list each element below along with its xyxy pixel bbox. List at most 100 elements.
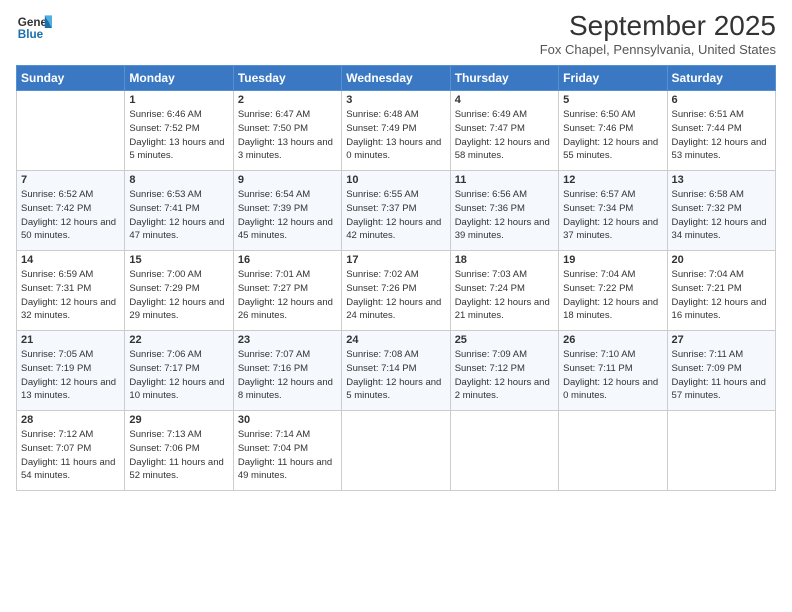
sunrise-label: Sunrise: 7:13 AM — [129, 429, 201, 440]
sunrise-label: Sunrise: 7:08 AM — [346, 349, 418, 360]
calendar-table: Sunday Monday Tuesday Wednesday Thursday… — [16, 65, 776, 491]
sunset-label: Sunset: 7:49 PM — [346, 123, 416, 134]
sunrise-label: Sunrise: 6:47 AM — [238, 109, 310, 120]
day-number: 15 — [129, 254, 228, 266]
day-info: Sunrise: 7:07 AMSunset: 7:16 PMDaylight:… — [238, 348, 337, 403]
day-info: Sunrise: 6:46 AMSunset: 7:52 PMDaylight:… — [129, 108, 228, 163]
header-row: Sunday Monday Tuesday Wednesday Thursday… — [17, 66, 776, 91]
daylight-label: Daylight: 12 hours and 37 minutes. — [563, 217, 658, 242]
day-cell: 2Sunrise: 6:47 AMSunset: 7:50 PMDaylight… — [233, 91, 341, 171]
day-number: 1 — [129, 94, 228, 106]
day-number: 9 — [238, 174, 337, 186]
week-row-2: 14Sunrise: 6:59 AMSunset: 7:31 PMDayligh… — [17, 251, 776, 331]
daylight-label: Daylight: 12 hours and 53 minutes. — [672, 137, 767, 162]
daylight-label: Daylight: 12 hours and 45 minutes. — [238, 217, 333, 242]
day-number: 23 — [238, 334, 337, 346]
day-cell: 19 Sunrise: 7:04 AM Sunset: 7:22 PM Dayligh… — [559, 251, 667, 331]
day-cell: 5Sunrise: 6:50 AMSunset: 7:46 PMDaylight… — [559, 91, 667, 171]
sunset-label: Sunset: 7:31 PM — [21, 283, 91, 294]
sunset-label: Sunset: 7:44 PM — [672, 123, 742, 134]
daylight-label: Daylight: 12 hours and 42 minutes. — [346, 217, 441, 242]
sunset-label: Sunset: 7:41 PM — [129, 203, 199, 214]
day-cell: 11Sunrise: 6:56 AMSunset: 7:36 PMDayligh… — [450, 171, 558, 251]
sunset-label: Sunset: 7:17 PM — [129, 363, 199, 374]
day-info: Sunrise: 6:57 AMSunset: 7:34 PMDaylight:… — [563, 188, 662, 243]
daylight-label: Daylight: 11 hours and 52 minutes. — [129, 457, 223, 482]
day-cell — [342, 411, 450, 491]
day-cell — [450, 411, 558, 491]
col-sunday: Sunday — [17, 66, 125, 91]
day-cell — [17, 91, 125, 171]
day-number: 10 — [346, 174, 445, 186]
col-friday: Friday — [559, 66, 667, 91]
sunrise-label: Sunrise: 7:01 AM — [238, 269, 310, 280]
sunset-label: Sunset: 7:12 PM — [455, 363, 525, 374]
day-info: Sunrise: 7:14 AMSunset: 7:04 PMDaylight:… — [238, 428, 337, 483]
day-info: Sunrise: 7:13 AMSunset: 7:06 PMDaylight:… — [129, 428, 228, 483]
day-cell: 27Sunrise: 7:11 AMSunset: 7:09 PMDayligh… — [667, 331, 775, 411]
day-cell: 28Sunrise: 7:12 AMSunset: 7:07 PMDayligh… — [17, 411, 125, 491]
day-cell: 13Sunrise: 6:58 AMSunset: 7:32 PMDayligh… — [667, 171, 775, 251]
daylight-label: Daylight: 13 hours and 3 minutes. — [238, 137, 333, 162]
day-number: 19 — [563, 254, 662, 266]
day-cell: 9Sunrise: 6:54 AMSunset: 7:39 PMDaylight… — [233, 171, 341, 251]
main-title: September 2025 — [540, 10, 776, 42]
sunset-label: Sunset: 7:46 PM — [563, 123, 633, 134]
sunset-label: Sunset: 7:24 PM — [455, 283, 525, 294]
daylight-label: Daylight: 13 hours and 5 minutes. — [129, 137, 224, 162]
daylight-label: Daylight: 12 hours and 32 minutes. — [21, 297, 116, 322]
day-info: Sunrise: 6:50 AMSunset: 7:46 PMDaylight:… — [563, 108, 662, 163]
sunset-label: Sunset: 7:14 PM — [346, 363, 416, 374]
col-monday: Monday — [125, 66, 233, 91]
day-cell: 14Sunrise: 6:59 AMSunset: 7:31 PMDayligh… — [17, 251, 125, 331]
sunrise-label: Sunrise: 6:58 AM — [672, 189, 744, 200]
day-number: 29 — [129, 414, 228, 426]
sunrise-label: Sunrise: 6:54 AM — [238, 189, 310, 200]
sunrise-label: Sunrise: 7:07 AM — [238, 349, 310, 360]
sunrise-label: Sunrise: 6:48 AM — [346, 109, 418, 120]
sunset-label: Sunset: 7:07 PM — [21, 443, 91, 454]
sunset-label: Sunset: 7:26 PM — [346, 283, 416, 294]
daylight-label: Daylight: 11 hours and 57 minutes. — [672, 377, 766, 402]
subtitle: Fox Chapel, Pennsylvania, United States — [540, 42, 776, 57]
day-info: Sunrise: 6:59 AMSunset: 7:31 PMDaylight:… — [21, 268, 120, 323]
sunset-label: Sunset: 7:27 PM — [238, 283, 308, 294]
day-number: 2 — [238, 94, 337, 106]
day-info: Sunrise: 7:00 AMSunset: 7:29 PMDaylight:… — [129, 268, 228, 323]
day-cell: 24Sunrise: 7:08 AMSunset: 7:14 PMDayligh… — [342, 331, 450, 411]
sunset-label: Sunset: 7:22 PM — [563, 283, 633, 294]
svg-text:Blue: Blue — [18, 28, 44, 41]
daylight-label: Daylight: 12 hours and 18 minutes. — [563, 297, 658, 322]
day-number: 30 — [238, 414, 337, 426]
daylight-label: Daylight: 12 hours and 10 minutes. — [129, 377, 224, 402]
day-info: Sunrise: 7:10 AMSunset: 7:11 PMDaylight:… — [563, 348, 662, 403]
day-cell: 12Sunrise: 6:57 AMSunset: 7:34 PMDayligh… — [559, 171, 667, 251]
daylight-label: Daylight: 12 hours and 26 minutes. — [238, 297, 333, 322]
day-cell: 15 Sunrise: 7:00 AMSunset: 7:29 PMDayligh… — [125, 251, 233, 331]
day-info: Sunrise: 6:55 AMSunset: 7:37 PMDaylight:… — [346, 188, 445, 243]
sunset-label: Sunset: 7:42 PM — [21, 203, 91, 214]
daylight-label: Daylight: 12 hours and 21 minutes. — [455, 297, 550, 322]
daylight-label: Daylight: 12 hours and 2 minutes. — [455, 377, 550, 402]
day-cell: 17Sunrise: 7:02 AMSunset: 7:26 PMDayligh… — [342, 251, 450, 331]
sunrise-label: Sunrise: 7:04 AM — [563, 269, 635, 280]
col-saturday: Saturday — [667, 66, 775, 91]
sunrise-label: Sunrise: 7:04 AM — [672, 269, 744, 280]
sunrise-label: Sunrise: 7:11 AM — [672, 349, 744, 360]
day-cell: 4Sunrise: 6:49 AMSunset: 7:47 PMDaylight… — [450, 91, 558, 171]
daylight-label: Daylight: 13 hours and 0 minutes. — [346, 137, 441, 162]
day-info: Sunrise: 7:04 AM Sunset: 7:22 PM Daylight:… — [563, 268, 662, 323]
day-info: Sunrise: 6:48 AM Sunset: 7:49 PM Daylight:… — [346, 108, 445, 163]
day-info: Sunrise: 6:56 AMSunset: 7:36 PMDaylight:… — [455, 188, 554, 243]
week-row-4: 28Sunrise: 7:12 AMSunset: 7:07 PMDayligh… — [17, 411, 776, 491]
day-cell: 10 Sunrise: 6:55 AMSunset: 7:37 PMDayligh… — [342, 171, 450, 251]
sunrise-label: Sunrise: 7:00 AM — [129, 269, 201, 280]
sunrise-label: Sunrise: 6:57 AM — [563, 189, 635, 200]
day-number: 20 — [672, 254, 771, 266]
daylight-label: Daylight: 11 hours and 49 minutes. — [238, 457, 332, 482]
week-row-0: 1 Sunrise: 6:46 AMSunset: 7:52 PMDaylight… — [17, 91, 776, 171]
day-cell: 29 Sunrise: 7:13 AMSunset: 7:06 PMDayligh… — [125, 411, 233, 491]
sunrise-label: Sunrise: 7:05 AM — [21, 349, 93, 360]
daylight-label: Daylight: 12 hours and 55 minutes. — [563, 137, 658, 162]
day-number: 3 — [346, 94, 445, 106]
